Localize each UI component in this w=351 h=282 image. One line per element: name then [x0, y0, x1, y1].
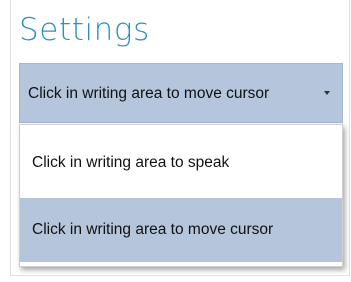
option-label: Click in writing area to speak [32, 154, 230, 171]
cursor-mode-select[interactable]: Click in writing area to move cursor [19, 63, 343, 123]
select-value: Click in writing area to move cursor [28, 85, 270, 102]
option-move-cursor[interactable]: Click in writing area to move cursor [20, 198, 342, 262]
dropdown-list: Click in writing area to speak Click in … [19, 124, 343, 267]
option-speak[interactable]: Click in writing area to speak [20, 131, 342, 195]
page-title: Settings [19, 12, 150, 48]
option-label: Click in writing area to move cursor [32, 221, 274, 238]
chevron-down-icon [324, 91, 330, 95]
